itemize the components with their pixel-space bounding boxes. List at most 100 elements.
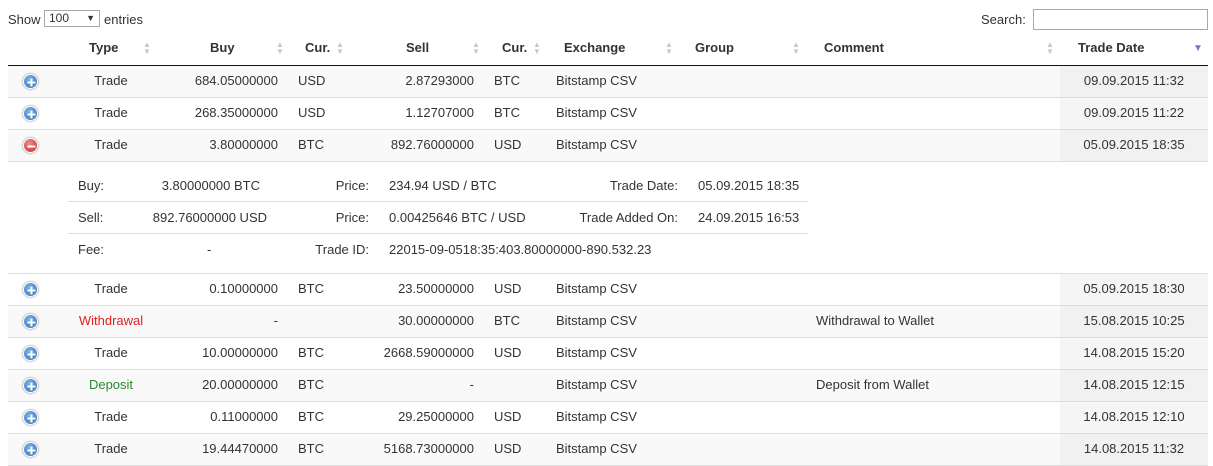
- detail-row: Fee: - Trade ID: 22015-09-0518:35:403.80…: [68, 234, 808, 266]
- cell-trade-date: 14.08.2015 15:20: [1060, 338, 1208, 369]
- plus-circle-icon[interactable]: [23, 410, 38, 425]
- detail-price-value: 0.00425646 BTC / USD: [389, 210, 526, 225]
- cell-comment: [816, 98, 1060, 129]
- cell-sell-currency: USD: [494, 281, 522, 296]
- cell-type: Deposit: [88, 377, 134, 392]
- cell-comment: Withdrawal to Wallet: [816, 313, 934, 328]
- cell-sell: 30.00000000: [398, 313, 474, 328]
- sort-arrows-icon: ▲ ▼: [533, 40, 541, 56]
- detail-price-label: Price:: [335, 210, 369, 225]
- cell-group: [686, 434, 810, 465]
- plus-circle-icon[interactable]: [23, 378, 38, 393]
- cell-sell-currency: BTC: [494, 105, 520, 120]
- cell-sell-currency: USD: [494, 409, 522, 424]
- cell-trade-date: 09.09.2015 11:22: [1060, 98, 1208, 129]
- cell-comment: [816, 274, 1060, 305]
- column-header-buy[interactable]: Buy ▲ ▼: [154, 34, 294, 65]
- cell-trade-date: 05.09.2015 18:35: [1060, 130, 1208, 161]
- cell-trade-date: 05.09.2015 18:30: [1060, 274, 1208, 305]
- cell-sell-currency: [494, 370, 544, 401]
- cell-buy-currency: BTC: [298, 345, 324, 360]
- plus-circle-icon[interactable]: [23, 106, 38, 121]
- plus-circle-icon[interactable]: [23, 74, 38, 89]
- plus-circle-icon[interactable]: [23, 282, 38, 297]
- search-input[interactable]: [1033, 9, 1208, 30]
- column-header-sell[interactable]: Sell ▲ ▼: [352, 34, 490, 65]
- sort-arrows-icon: ▲ ▼: [336, 40, 344, 56]
- cell-group: [686, 402, 810, 433]
- entries-length-value: 100: [49, 11, 70, 25]
- table-row: Trade 3.80000000 BTC 892.76000000 USD Bitstam…: [8, 130, 1208, 162]
- cell-type: Trade: [94, 73, 128, 88]
- plus-circle-icon[interactable]: [23, 314, 38, 329]
- cell-sell-currency: BTC: [494, 73, 520, 88]
- detail-buy-value: 3.80000000 BTC: [161, 178, 260, 193]
- cell-sell: 2.87293000: [405, 73, 474, 88]
- cell-comment: [816, 434, 1060, 465]
- cell-sell: 29.25000000: [398, 409, 474, 424]
- column-header-comment[interactable]: Comment ▲ ▼: [810, 34, 1060, 65]
- cell-group: [686, 338, 810, 369]
- cell-buy: 19.44470000: [202, 441, 278, 456]
- plus-circle-icon[interactable]: [23, 346, 38, 361]
- detail-sell-label: Sell:: [78, 210, 104, 225]
- cell-comment: [816, 130, 1060, 161]
- detail-row: Buy: 3.80000000 BTC Price: 234.94 USD / …: [68, 170, 808, 202]
- cell-buy-currency: BTC: [298, 137, 324, 152]
- cell-sell: -: [469, 377, 474, 392]
- entries-label: entries: [104, 12, 144, 27]
- cell-group: [686, 274, 810, 305]
- detail-price-value: 234.94 USD / BTC: [389, 178, 497, 193]
- cell-trade-date: 14.08.2015 12:10: [1060, 402, 1208, 433]
- cell-type: Trade: [94, 409, 128, 424]
- sort-arrows-icon: ▲ ▼: [665, 40, 673, 56]
- cell-comment: [816, 338, 1060, 369]
- table-controls: Show 100 ▼ entries Search:: [0, 0, 1213, 34]
- minus-circle-icon[interactable]: [23, 138, 38, 153]
- cell-type: Trade: [94, 105, 128, 120]
- cell-trade-date: 14.08.2015 11:32: [1060, 434, 1208, 465]
- cell-exchange: Bitstamp CSV: [556, 73, 637, 88]
- cell-sell: 892.76000000: [390, 137, 474, 152]
- cell-group: [686, 66, 810, 97]
- detail-fee-label: Fee:: [78, 242, 105, 257]
- table-row: Trade 0.10000000 BTC 23.50000000 USD Bitstamp…: [8, 274, 1208, 306]
- column-header-buy-currency[interactable]: Cur. ▲ ▼: [294, 34, 352, 65]
- cell-sell: 1.12707000: [405, 105, 474, 120]
- cell-sell: 5168.73000000: [383, 441, 474, 456]
- column-header-group[interactable]: Group ▲ ▼: [680, 34, 810, 65]
- cell-exchange: Bitstamp CSV: [556, 377, 637, 392]
- cell-sell-currency: USD: [494, 345, 522, 360]
- cell-buy: 3.80000000: [209, 137, 278, 152]
- cell-group: [686, 306, 810, 337]
- cell-group: [686, 370, 810, 401]
- cell-buy: 268.35000000: [194, 105, 278, 120]
- column-header-sell-currency[interactable]: Cur. ▲ ▼: [490, 34, 550, 65]
- show-label: Show: [8, 12, 41, 27]
- detail-fee-value: -: [207, 242, 212, 257]
- detail-trade-date-label: Trade Date:: [609, 178, 678, 193]
- plus-circle-icon[interactable]: [23, 442, 38, 457]
- table-row: Trade 10.00000000 BTC 2668.59000000 USD Bitst…: [8, 338, 1208, 370]
- entries-length-select[interactable]: 100 ▼: [44, 10, 100, 27]
- sort-arrows-icon: ▲ ▼: [1046, 40, 1054, 56]
- cell-trade-date: 14.08.2015 12:15: [1060, 370, 1208, 401]
- cell-type: Withdrawal: [78, 313, 144, 328]
- cell-sell-currency: BTC: [494, 313, 520, 328]
- column-header-exchange[interactable]: Exchange ▲ ▼: [550, 34, 680, 65]
- sort-arrows-icon: ▲ ▼: [792, 40, 800, 56]
- cell-buy: 10.00000000: [202, 345, 278, 360]
- column-header-trade-date[interactable]: Trade Date ▼: [1060, 34, 1208, 65]
- cell-group: [686, 130, 810, 161]
- cell-exchange: Bitstamp CSV: [556, 105, 637, 120]
- cell-sell-currency: USD: [494, 137, 522, 152]
- cell-trade-date: 15.08.2015 10:25: [1060, 306, 1208, 337]
- cell-sell: 23.50000000: [398, 281, 474, 296]
- cell-trade-date: 09.09.2015 11:32: [1060, 66, 1208, 97]
- cell-buy-currency: USD: [298, 105, 326, 120]
- sort-arrows-icon: ▲ ▼: [276, 40, 284, 56]
- detail-trade-id-value: 22015-09-0518:35:403.80000000-890.532.23: [389, 242, 652, 257]
- column-header-type[interactable]: Type ▲ ▼: [68, 34, 154, 65]
- sort-arrows-icon: ▲ ▼: [143, 40, 151, 56]
- table-row: Withdrawal - 30.00000000 BTC Bitstamp CSV Wit…: [8, 306, 1208, 338]
